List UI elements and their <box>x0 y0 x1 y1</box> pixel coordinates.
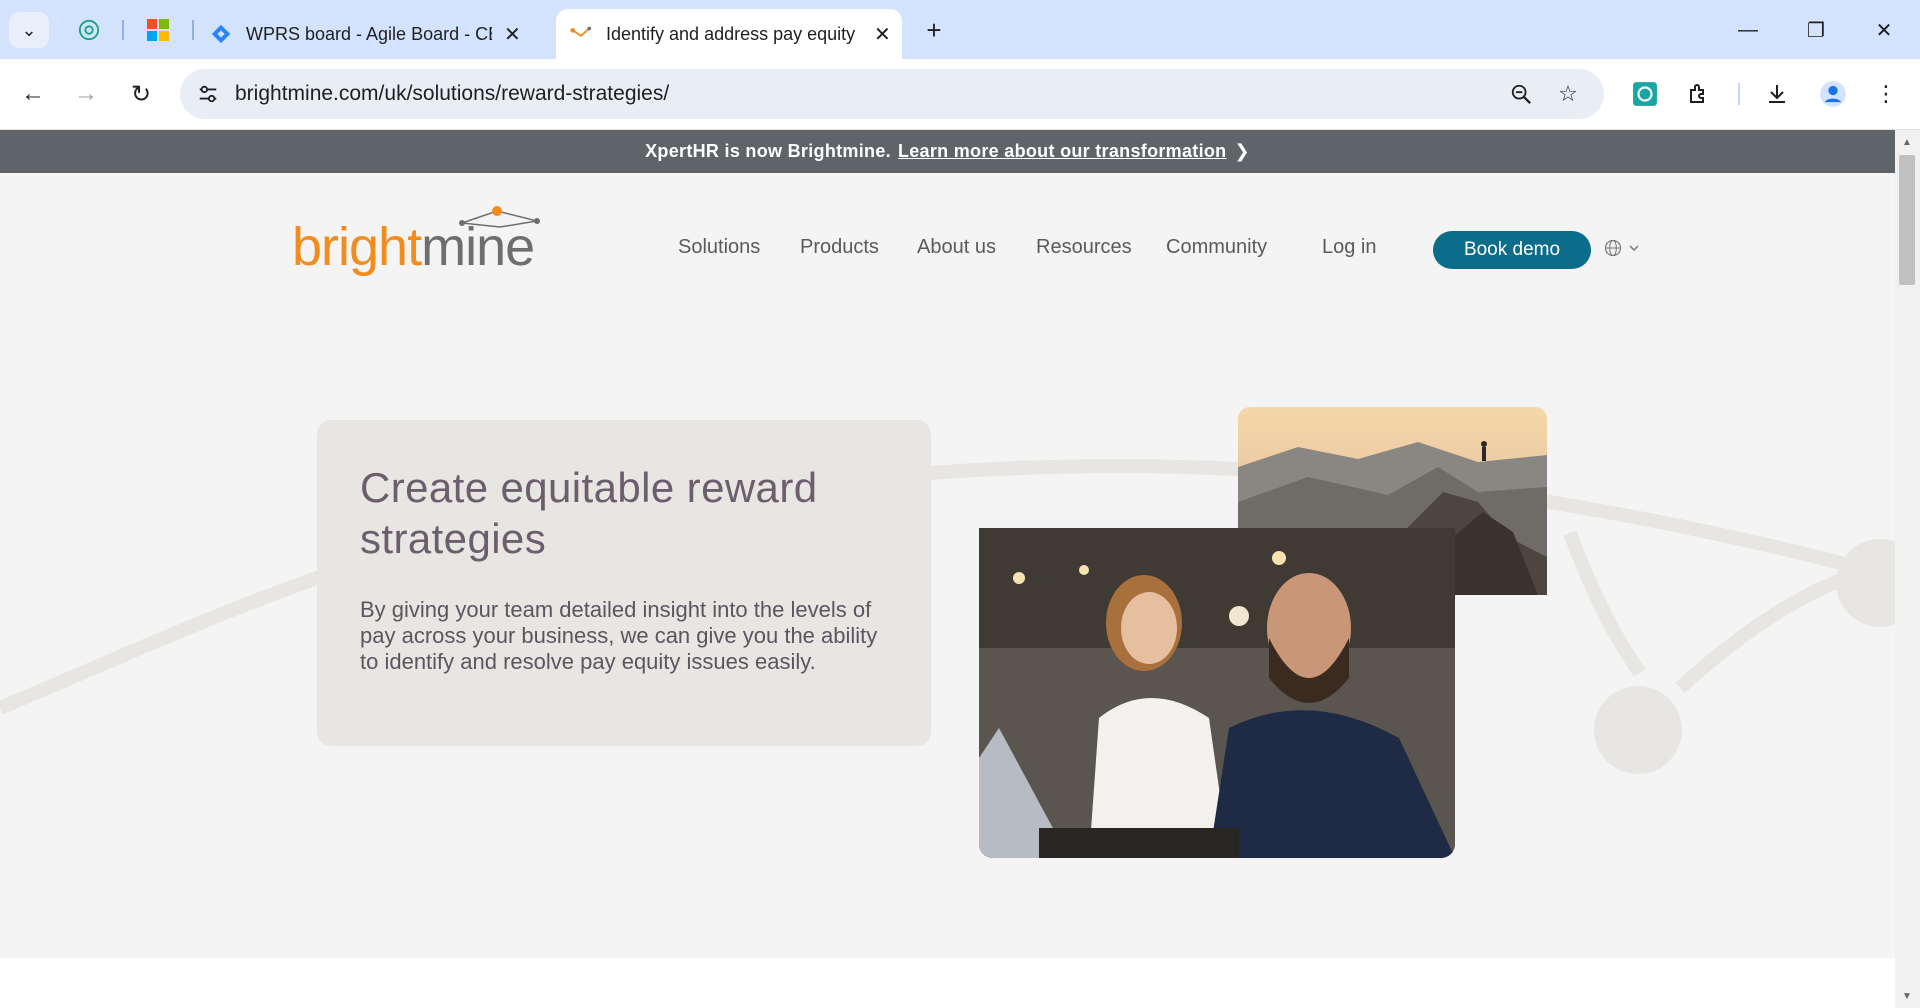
nav-community[interactable]: Community <box>1166 236 1267 259</box>
globe-icon <box>1604 239 1622 257</box>
scroll-down-arrow-icon[interactable]: ▼ <box>1899 988 1915 1004</box>
pinned-tab-chatgpt[interactable] <box>73 14 105 46</box>
nav-solutions[interactable]: Solutions <box>678 236 760 259</box>
plus-icon: + <box>926 14 942 45</box>
avatar-icon <box>1820 81 1846 107</box>
puzzle-icon <box>1690 84 1704 103</box>
nav-products[interactable]: Products <box>800 236 879 259</box>
download-icon <box>1769 85 1785 103</box>
language-selector[interactable] <box>1604 239 1640 257</box>
scrollbar-thumb[interactable] <box>1899 155 1915 285</box>
banner-text: XpertHR is now Brightmine. <box>645 141 891 161</box>
hero-description: By giving your team detailed insight int… <box>360 597 878 674</box>
close-icon[interactable]: ✕ <box>874 22 891 47</box>
close-window-button[interactable]: ✕ <box>1854 8 1914 52</box>
restore-icon: ❐ <box>1807 19 1825 42</box>
reload-button[interactable]: ↻ <box>120 73 162 115</box>
restore-button[interactable]: ❐ <box>1786 8 1846 52</box>
brightmine-logo[interactable]: brightmine <box>292 205 592 285</box>
tab-divider <box>192 20 194 40</box>
tune-icon <box>199 85 217 103</box>
brightmine-logo-graphic: brightmine <box>292 206 540 277</box>
page-content: brightmine Solutions Products About us R… <box>0 173 1895 958</box>
chevron-right-icon: ❯ <box>1234 141 1250 161</box>
zoom-out-icon <box>1511 84 1531 104</box>
microsoft-icon <box>147 19 169 41</box>
announcement-banner: XpertHR is now Brightmine. Learn more ab… <box>0 130 1895 173</box>
browser-toolbar: ← → ↻ brightmine.com/uk/solutions/reward… <box>0 59 1920 130</box>
extension-chatgpt-button[interactable] <box>1627 76 1663 112</box>
hero-title: Create equitable reward strategies <box>360 464 818 562</box>
address-bar[interactable]: brightmine.com/uk/solutions/reward-strat… <box>180 69 1604 119</box>
chatgpt-icon <box>78 19 100 41</box>
chatgpt-extension-icon <box>1633 82 1657 106</box>
chevron-down-icon <box>1629 245 1639 252</box>
star-icon: ☆ <box>1558 81 1578 106</box>
decorative-network-lines <box>0 459 1895 774</box>
browser-tab-bar: ⌄ WPRS board - Agile Board - CE ✕ Identi… <box>0 0 1920 59</box>
pinned-tab-microsoft[interactable] <box>142 14 174 46</box>
profile-button[interactable] <box>1815 76 1851 112</box>
brightmine-favicon-icon <box>570 26 592 37</box>
url-text[interactable]: brightmine.com/uk/solutions/reward-strat… <box>235 82 669 106</box>
tab-divider <box>122 20 124 40</box>
site-info-button[interactable] <box>192 78 224 110</box>
zoom-button[interactable] <box>1505 78 1537 110</box>
downloads-button[interactable] <box>1759 76 1795 112</box>
tab-wprs-board[interactable]: WPRS board - Agile Board - CE ✕ <box>206 9 534 59</box>
bookmark-button[interactable]: ☆ <box>1552 78 1584 110</box>
menu-button[interactable]: ⋮ <box>1868 76 1904 112</box>
back-button[interactable]: ← <box>12 73 54 115</box>
minimize-button[interactable]: — <box>1718 8 1778 52</box>
hero-card: Create equitable reward strategies By gi… <box>317 420 931 746</box>
nav-resources[interactable]: Resources <box>1036 236 1132 259</box>
arrow-left-icon: ← <box>21 80 45 107</box>
new-tab-button[interactable]: + <box>918 14 950 46</box>
jira-icon <box>211 24 231 44</box>
kebab-menu-icon: ⋮ <box>1875 81 1897 106</box>
tab-title: Identify and address pay equity <box>606 23 856 44</box>
colleagues-at-laptop-image <box>979 528 1455 858</box>
arrow-right-icon: → <box>74 80 98 107</box>
close-icon[interactable]: ✕ <box>504 22 521 47</box>
minimize-icon: — <box>1738 18 1758 41</box>
banner-link[interactable]: Learn more about our transformation <box>898 141 1227 162</box>
next-section <box>0 958 1895 1008</box>
office-photo <box>979 528 1455 858</box>
tab-search-button[interactable]: ⌄ <box>9 12 49 48</box>
tab-title: WPRS board - Agile Board - CE <box>246 23 492 44</box>
book-demo-button[interactable]: Book demo <box>1433 231 1591 269</box>
chevron-down-icon: ⌄ <box>21 19 37 40</box>
logo-text: brightmine <box>292 217 534 277</box>
scroll-up-arrow-icon[interactable]: ▲ <box>1899 134 1915 150</box>
tab-reward-strategies[interactable]: Identify and address pay equity ✕ <box>556 9 902 59</box>
forward-button[interactable]: → <box>65 73 107 115</box>
reload-icon: ↻ <box>130 80 152 108</box>
extensions-button[interactable] <box>1681 76 1717 112</box>
toolbar-divider <box>1738 83 1740 105</box>
nav-about-us[interactable]: About us <box>917 236 996 259</box>
nav-log-in[interactable]: Log in <box>1322 236 1377 259</box>
close-icon: ✕ <box>1875 19 1893 42</box>
